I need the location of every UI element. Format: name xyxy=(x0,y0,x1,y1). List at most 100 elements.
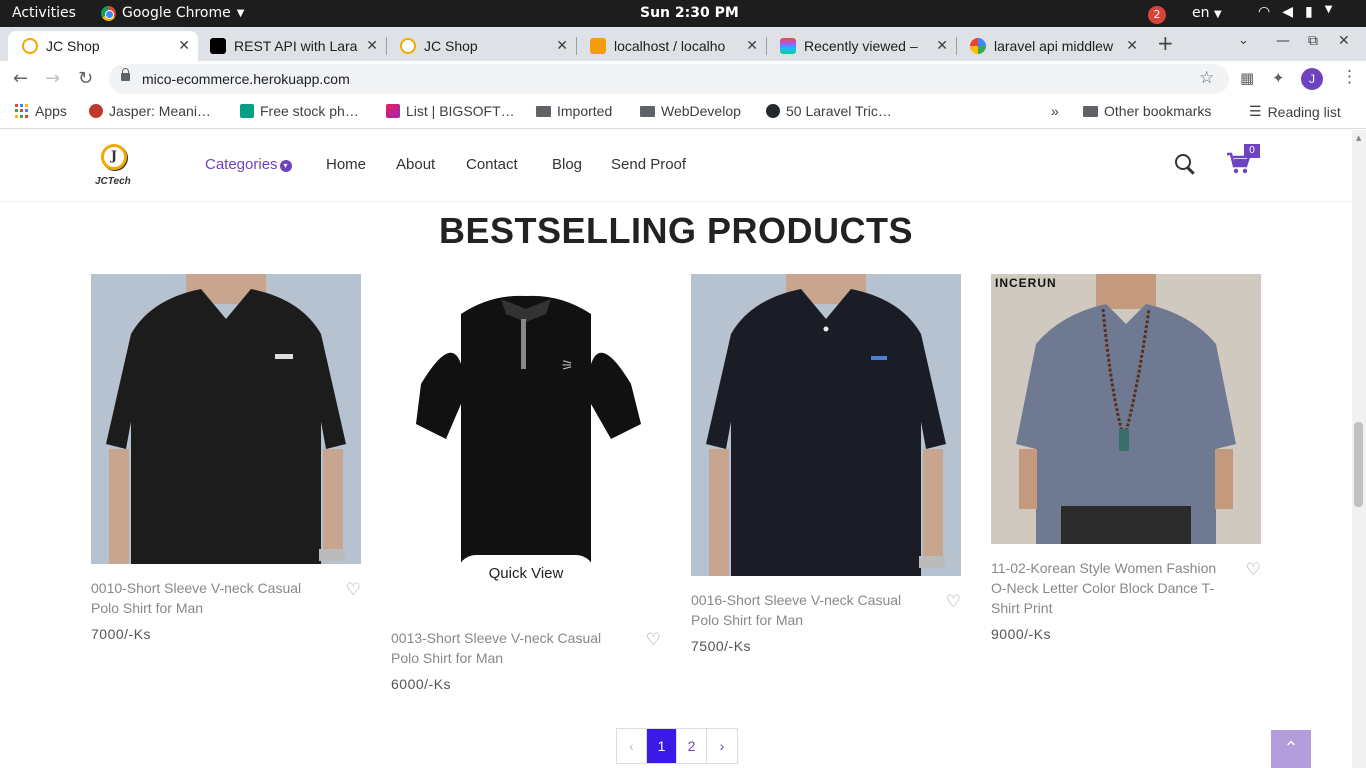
product-name[interactable]: 0010-Short Sleeve V-neck Casual Polo Shi… xyxy=(91,578,326,618)
bookmark-folder-imported[interactable]: Imported xyxy=(536,103,612,119)
tab-phpmyadmin[interactable]: localhost / localho ✕ xyxy=(576,31,766,61)
chevron-up-icon: ⌃ xyxy=(1283,738,1299,759)
close-icon[interactable]: ✕ xyxy=(1126,37,1138,54)
tab-search-icon[interactable]: ⌄ xyxy=(1238,33,1249,48)
close-icon[interactable]: ✕ xyxy=(936,37,948,54)
figma-favicon-icon xyxy=(780,38,796,54)
bookmark-label: Free stock ph… xyxy=(260,103,359,119)
bookmark-folder-other[interactable]: Other bookmarks xyxy=(1083,103,1211,119)
wifi-icon: ◠ xyxy=(1258,4,1271,20)
nav-categories[interactable]: Categories ▾ xyxy=(205,156,292,173)
bookmark-label: List | BIGSOFT… xyxy=(406,103,515,119)
google-favicon-icon xyxy=(970,38,986,54)
chevron-down-icon: ▼ xyxy=(1324,4,1333,15)
scroll-up-arrow-icon[interactable]: ▲ xyxy=(1356,134,1361,142)
page-scrollbar[interactable]: ▲ xyxy=(1352,130,1366,768)
close-icon[interactable]: ✕ xyxy=(178,37,190,54)
back-to-top-button[interactable]: ⌃ xyxy=(1271,730,1311,768)
kebab-menu-icon[interactable]: ⋮ xyxy=(1341,67,1358,87)
scrollbar-thumb[interactable] xyxy=(1354,422,1363,507)
bookmark-label: Imported xyxy=(557,103,613,119)
reading-list-button[interactable]: ☰ Reading list xyxy=(1249,103,1341,120)
bookmark-label: Reading list xyxy=(1267,103,1341,120)
bookmark-jasper[interactable]: Jasper: Meani… xyxy=(89,103,211,119)
nav-label: Categories xyxy=(205,156,278,173)
bookmarks-overflow-button[interactable]: » xyxy=(1051,103,1059,119)
bookmarks-bar: Apps Jasper: Meani… Free stock ph… List … xyxy=(0,97,1366,129)
heart-icon[interactable]: ♡ xyxy=(646,630,661,650)
close-window-icon[interactable]: ✕ xyxy=(1338,33,1350,49)
heart-icon[interactable]: ♡ xyxy=(1246,560,1261,580)
tab-google-search[interactable]: laravel api middlew ✕ xyxy=(956,31,1146,61)
puzzle-icon[interactable]: ✦ xyxy=(1272,69,1285,87)
tab-rest-api[interactable]: REST API with Lara ✕ xyxy=(196,31,386,61)
nav-send-proof[interactable]: Send Proof xyxy=(611,156,686,173)
pagination-page-2[interactable]: 2 xyxy=(677,729,707,763)
pagination-page-1[interactable]: 1 xyxy=(647,729,677,763)
language-indicator[interactable]: en ▼ xyxy=(1192,5,1222,21)
product-name[interactable]: 0016-Short Sleeve V-neck Casual Polo Shi… xyxy=(691,590,926,630)
section-title: BESTSELLING PRODUCTS xyxy=(438,210,914,251)
pagination: ‹ 1 2 › xyxy=(616,728,738,764)
bookmark-label: WebDevelop xyxy=(661,103,741,119)
brand-logo-text: INCERUN xyxy=(995,276,1057,290)
product-card[interactable]: 0010-Short Sleeve V-neck Casual Polo Shi… xyxy=(91,274,361,642)
close-icon[interactable]: ✕ xyxy=(556,37,568,54)
bookmark-apps[interactable]: Apps xyxy=(15,103,67,119)
folder-icon xyxy=(536,105,551,117)
heart-icon[interactable]: ♡ xyxy=(946,592,961,612)
bookmark-free-stock[interactable]: Free stock ph… xyxy=(240,103,359,119)
forward-arrow-icon[interactable]: → xyxy=(45,68,60,89)
product-card[interactable]: ⚞ 0013-Short Sleeve V-neck Casual Polo S… xyxy=(391,274,661,692)
pexels-icon xyxy=(240,104,254,118)
nav-home[interactable]: Home xyxy=(326,156,366,173)
pagination-next[interactable]: › xyxy=(707,729,737,763)
product-name[interactable]: 0013-Short Sleeve V-neck Casual Polo Shi… xyxy=(391,628,626,668)
product-image[interactable] xyxy=(91,274,361,564)
chevron-down-circle-icon: ▾ xyxy=(279,160,292,172)
product-card[interactable]: 0016-Short Sleeve V-neck Casual Polo Shi… xyxy=(691,274,961,654)
system-menu[interactable]: ◠ ◀︎ ▮ ▼ xyxy=(1258,4,1332,20)
nav-contact[interactable]: Contact xyxy=(466,156,518,173)
site-logo[interactable]: J JCTech xyxy=(95,142,135,190)
nav-about[interactable]: About xyxy=(396,156,435,173)
product-image[interactable] xyxy=(691,274,961,576)
address-bar[interactable]: mico-ecommerce.herokuapp.com ☆ xyxy=(109,64,1229,94)
new-tab-button[interactable]: + xyxy=(1157,31,1174,55)
tab-title: localhost / localho xyxy=(614,38,726,54)
close-icon[interactable]: ✕ xyxy=(366,37,378,54)
bookmark-bigsoft[interactable]: List | BIGSOFT… xyxy=(386,103,515,119)
product-image[interactable]: INCERUN xyxy=(991,274,1261,544)
app-menu[interactable]: Google Chrome ▼ xyxy=(101,5,244,21)
tab-figma[interactable]: Recently viewed – ✕ xyxy=(766,31,956,61)
heart-icon[interactable]: ♡ xyxy=(346,580,361,600)
folder-icon xyxy=(640,105,655,117)
maximize-icon[interactable]: ⧉ xyxy=(1308,33,1318,49)
tab-jc-shop[interactable]: JC Shop ✕ xyxy=(386,31,576,61)
profile-avatar[interactable]: J xyxy=(1301,68,1323,90)
search-icon[interactable] xyxy=(1175,154,1195,174)
pagination-prev[interactable]: ‹ xyxy=(617,729,647,763)
product-card[interactable]: INCERUN 11-02-Korean Style Women Fashion… xyxy=(991,274,1261,642)
product-name[interactable]: 11-02-Korean Style Women Fashion O-Neck … xyxy=(991,558,1226,618)
nav-blog[interactable]: Blog xyxy=(552,156,582,173)
extension-icon[interactable]: ▦ xyxy=(1240,69,1254,87)
back-arrow-icon[interactable]: ← xyxy=(13,68,28,89)
chrome-icon xyxy=(101,5,116,21)
close-icon[interactable]: ✕ xyxy=(746,37,758,54)
web-page: J JCTech Categories ▾ Home About Contact … xyxy=(0,130,1352,768)
logo-text: JCTech xyxy=(95,176,131,187)
volume-icon: ◀︎ xyxy=(1282,4,1293,20)
clock[interactable]: Sun 2:30 PM xyxy=(640,5,739,21)
minimize-icon[interactable]: — xyxy=(1276,33,1290,49)
quick-view-button[interactable]: Quick View xyxy=(457,555,595,593)
tab-title: JC Shop xyxy=(424,38,478,54)
tab-title: Recently viewed – xyxy=(804,38,918,54)
bookmark-folder-webdevelop[interactable]: WebDevelop xyxy=(640,103,741,119)
notification-badge[interactable]: 2 xyxy=(1148,6,1166,24)
activities-button[interactable]: Activities xyxy=(12,5,76,21)
tab-jc-shop-active[interactable]: JC Shop ✕ xyxy=(8,31,198,61)
reload-icon[interactable]: ↻ xyxy=(78,68,93,89)
bookmark-star-icon[interactable]: ☆ xyxy=(1199,68,1214,88)
bookmark-laravel-tricks[interactable]: 50 Laravel Tric… xyxy=(766,103,892,119)
